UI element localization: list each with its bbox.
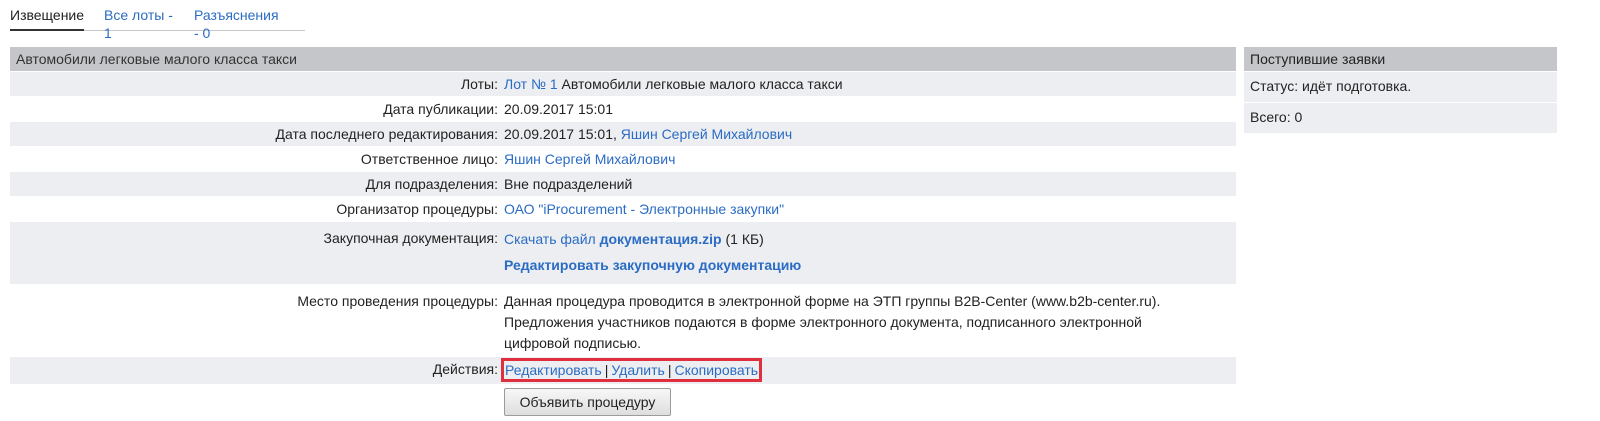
- label-organizer: Организатор процедуры:: [336, 201, 498, 217]
- lot-name: Автомобили легковые малого класса такси: [557, 76, 843, 92]
- doc-size: (1 КБ): [721, 231, 764, 247]
- announce-procedure-button[interactable]: Объявить процедуру: [504, 388, 671, 416]
- copy-link[interactable]: Скопировать: [674, 362, 758, 378]
- label-responsible: Ответственное лицо:: [360, 151, 498, 167]
- row-docs: Закупочная документация: Скачать файл до…: [10, 221, 1236, 284]
- division-value: Вне подразделений: [504, 176, 633, 192]
- edit-link[interactable]: Редактировать: [505, 362, 602, 378]
- tab-bar: Извещение Все лоты - 1 Разъяснения - 0: [10, 6, 305, 41]
- applications-panel: Поступившие заявки Статус: идёт подготов…: [1244, 47, 1557, 133]
- delete-link[interactable]: Удалить: [611, 362, 664, 378]
- label-published: Дата публикации:: [383, 101, 498, 117]
- label-lots: Лоты:: [460, 76, 498, 92]
- row-published: Дата публикации: 20.09.2017 15:01: [10, 96, 1236, 121]
- applications-title: Поступившие заявки: [1244, 47, 1557, 71]
- applications-status: Статус: идёт подготовка.: [1244, 71, 1557, 102]
- label-place: Место проведения процедуры:: [297, 293, 498, 309]
- tab-all-lots[interactable]: Все лоты - 1: [104, 6, 174, 41]
- label-edited: Дата последнего редактирования:: [275, 126, 498, 142]
- responsible-link[interactable]: Яшин Сергей Михайлович: [504, 151, 675, 167]
- row-responsible: Ответственное лицо: Яшин Сергей Михайлов…: [10, 146, 1236, 171]
- label-actions: Действия:: [432, 361, 498, 377]
- edit-docs-link[interactable]: Редактировать закупочную документацию: [504, 257, 801, 273]
- row-edited: Дата последнего редактирования: 20.09.20…: [10, 121, 1236, 146]
- organizer-link[interactable]: ОАО "iProcurement - Электронные закупки": [504, 201, 784, 217]
- lot-link[interactable]: Лот № 1: [504, 76, 558, 92]
- tab-clarifications[interactable]: Разъяснения - 0: [194, 6, 285, 41]
- row-place: Место проведения процедуры: Данная проце…: [10, 284, 1236, 356]
- row-announce: Объявить процедуру: [10, 384, 1236, 420]
- procedure-panel: Автомобили легковые малого класса такси …: [10, 47, 1236, 420]
- place-value: Данная процедура проводится в электронно…: [504, 293, 1161, 351]
- row-lots: Лоты: Лот № 1 Автомобили легковые малого…: [10, 71, 1236, 96]
- label-docs: Закупочная документация:: [323, 230, 498, 246]
- published-date: 20.09.2017 15:01: [504, 101, 613, 117]
- row-organizer: Организатор процедуры: ОАО "iProcurement…: [10, 196, 1236, 221]
- doc-filename: документация.zip: [599, 231, 722, 247]
- label-division: Для подразделения:: [365, 176, 498, 192]
- row-actions: Действия: Редактировать | Удалить | Скопиров…: [10, 356, 1236, 384]
- row-division: Для подразделения: Вне подразделений: [10, 171, 1236, 196]
- applications-total: Всего: 0: [1244, 102, 1557, 133]
- panel-title: Автомобили легковые малого класса такси: [10, 47, 1236, 71]
- tab-notice[interactable]: Извещение: [10, 6, 85, 31]
- download-link[interactable]: Скачать файл документация.zip: [504, 231, 722, 247]
- actions-highlight: Редактировать | Удалить | Скопировать: [501, 358, 763, 382]
- edited-date: 20.09.2017 15:01,: [504, 126, 621, 142]
- editor-link[interactable]: Яшин Сергей Михайлович: [621, 126, 792, 142]
